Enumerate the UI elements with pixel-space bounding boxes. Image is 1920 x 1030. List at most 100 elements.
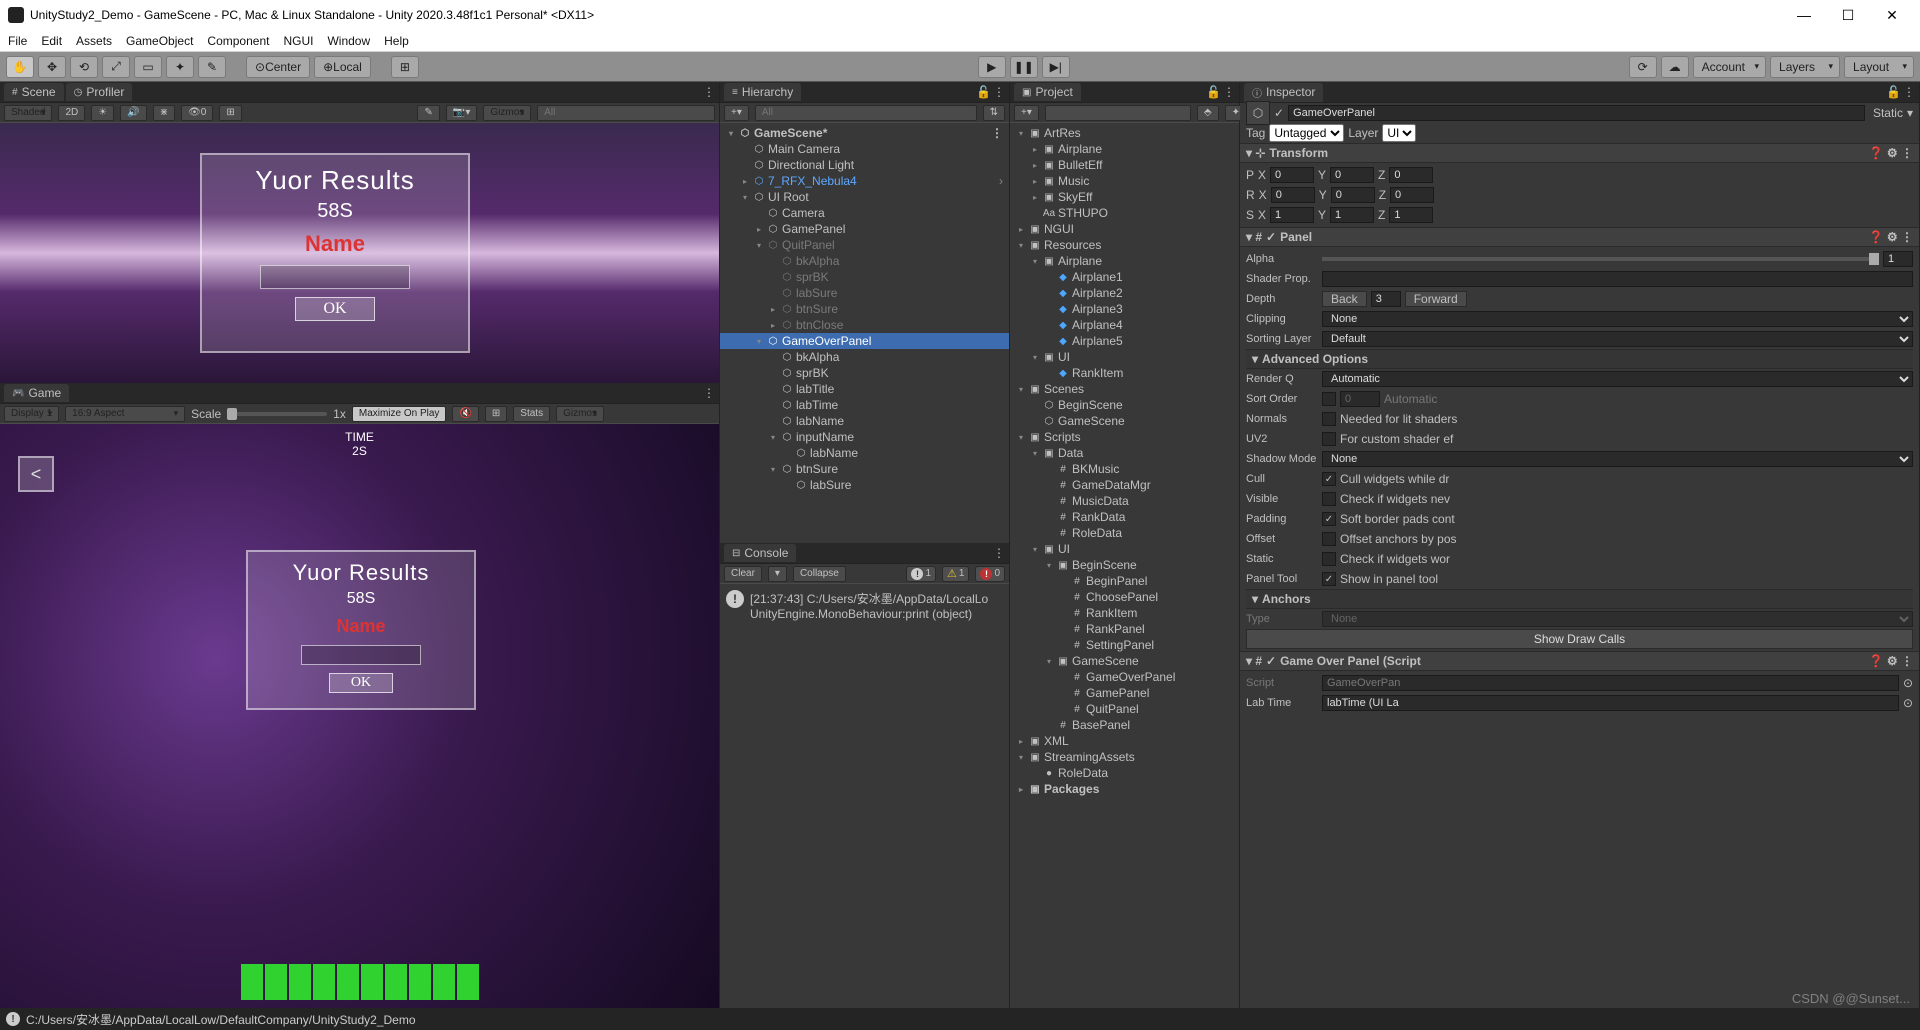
depth-back[interactable]: Back	[1322, 291, 1367, 307]
alpha-value[interactable]	[1883, 251, 1913, 267]
tree-row[interactable]: ▸▣NGUI	[1010, 221, 1239, 237]
tree-row[interactable]: ▾⬡GameOverPanel	[720, 333, 1009, 349]
tree-row[interactable]: ◆Airplane3	[1010, 301, 1239, 317]
hierarchy-tree[interactable]: ▾⬡GameScene*⋮⬡Main Camera⬡Directional Li…	[720, 123, 1009, 543]
renderq-dropdown[interactable]: Automatic	[1322, 371, 1913, 387]
static-dropdown-icon[interactable]: ▾	[1907, 106, 1913, 120]
menu-window[interactable]: Window	[327, 34, 370, 48]
anchors-header[interactable]: ▾ Anchors	[1246, 589, 1913, 609]
scene-view[interactable]: Yuor Results 58S Name OK	[0, 123, 719, 383]
tree-row[interactable]: ▾▣Scripts	[1010, 429, 1239, 445]
status-info-icon[interactable]: !	[6, 1012, 20, 1026]
tab-game[interactable]: 🎮Game	[4, 384, 69, 402]
light-icon[interactable]: ☀	[91, 105, 114, 121]
display-dropdown[interactable]: Display 1	[4, 406, 59, 422]
tree-row[interactable]: ▸▣Airplane	[1010, 141, 1239, 157]
console-body[interactable]: ! [21:37:43] C:/Users/安冰墨/AppData/LocalL…	[720, 584, 1009, 1008]
handle-toggle[interactable]: ⊕Local	[314, 56, 371, 78]
collab-icon[interactable]: ⟳	[1629, 56, 1657, 78]
scale-slider[interactable]	[227, 412, 327, 416]
pivot-toggle[interactable]: ⊙Center	[246, 56, 310, 78]
scene-name-input[interactable]	[260, 265, 410, 289]
grid-icon[interactable]: ⊞	[219, 105, 241, 121]
hierarchy-filter-icon[interactable]: ⇅	[983, 105, 1005, 121]
scl-x[interactable]	[1270, 207, 1314, 223]
tree-row[interactable]: ⬡bkAlpha	[720, 253, 1009, 269]
labtime-field[interactable]	[1322, 695, 1899, 711]
project-menu-icon[interactable]: ⋮	[1223, 85, 1235, 99]
tree-row[interactable]: #RankItem	[1010, 605, 1239, 621]
pos-y[interactable]	[1330, 167, 1374, 183]
tree-row[interactable]: #BasePanel	[1010, 717, 1239, 733]
rot-z[interactable]	[1390, 187, 1434, 203]
tree-row[interactable]: ▾⬡GameScene*⋮	[720, 125, 1009, 141]
tab-scene[interactable]: #Scene	[4, 83, 64, 101]
hierarchy-menu-icon[interactable]: ⋮	[993, 85, 1005, 99]
scene-search[interactable]	[537, 105, 715, 121]
tree-row[interactable]: ▾▣Resources	[1010, 237, 1239, 253]
normals-check[interactable]	[1322, 412, 1336, 426]
tree-row[interactable]: ▸⬡7_RFX_Nebula4›	[720, 173, 1009, 189]
tree-row[interactable]: #SettingPanel	[1010, 637, 1239, 653]
tag-dropdown[interactable]: Untagged	[1269, 124, 1344, 142]
tree-row[interactable]: ▾▣UI	[1010, 349, 1239, 365]
scl-y[interactable]	[1330, 207, 1374, 223]
hand-tool-icon[interactable]: ✋	[6, 56, 34, 78]
console-menu-icon[interactable]: ⋮	[993, 546, 1005, 560]
cloud-icon[interactable]: ☁	[1661, 56, 1689, 78]
tree-row[interactable]: ▾▣GameScene	[1010, 653, 1239, 669]
tree-row[interactable]: ⬡labTitle	[720, 381, 1009, 397]
layers-dropdown[interactable]: Layers	[1770, 56, 1840, 78]
step-button[interactable]: ▶|	[1042, 56, 1070, 78]
tree-row[interactable]: ⬡labName	[720, 413, 1009, 429]
tree-row[interactable]: #BKMusic	[1010, 461, 1239, 477]
tree-row[interactable]: ◆Airplane5	[1010, 333, 1239, 349]
script-header[interactable]: ▾ # ✓ Game Over Panel (Script❓ ⚙ ⋮	[1240, 651, 1919, 671]
stats-toggle[interactable]: Stats	[513, 406, 550, 422]
tree-row[interactable]: ⬡labName	[720, 445, 1009, 461]
tree-row[interactable]: ⬡labSure	[720, 477, 1009, 493]
shadow-dropdown[interactable]: None	[1322, 451, 1913, 467]
audio-icon[interactable]: 🔊	[120, 105, 146, 121]
menu-help[interactable]: Help	[384, 34, 409, 48]
tree-row[interactable]: #RankData	[1010, 509, 1239, 525]
shaded-dropdown[interactable]: Shaded	[4, 105, 52, 121]
tree-row[interactable]: #RankPanel	[1010, 621, 1239, 637]
menu-ngui[interactable]: NGUI	[283, 34, 313, 48]
script-field[interactable]	[1322, 675, 1899, 691]
transform-tool-icon[interactable]: ✦	[166, 56, 194, 78]
static-check[interactable]	[1322, 552, 1336, 566]
depth-forward[interactable]: Forward	[1405, 291, 1467, 307]
aspect-dropdown[interactable]: 16:9 Aspect	[65, 406, 185, 422]
tree-row[interactable]: ●RoleData	[1010, 765, 1239, 781]
gameobject-name-field[interactable]	[1288, 105, 1865, 121]
alpha-slider[interactable]	[1322, 257, 1879, 261]
tree-row[interactable]: ⬡sprBK	[720, 365, 1009, 381]
show-draw-calls-button[interactable]: Show Draw Calls	[1246, 629, 1913, 649]
tree-row[interactable]: ◆Airplane2	[1010, 285, 1239, 301]
rotate-tool-icon[interactable]: ⟲	[70, 56, 98, 78]
tree-row[interactable]: ⬡GameScene	[1010, 413, 1239, 429]
tab-inspector[interactable]: ⓘInspector	[1244, 83, 1323, 102]
gizmos-dropdown[interactable]: Gizmos	[483, 105, 531, 121]
tree-row[interactable]: ▾⬡inputName	[720, 429, 1009, 445]
tree-row[interactable]: ▸▣XML	[1010, 733, 1239, 749]
move-tool-icon[interactable]: ✥	[38, 56, 66, 78]
tab-project[interactable]: ▣Project	[1014, 83, 1081, 101]
menu-edit[interactable]: Edit	[41, 34, 62, 48]
tree-row[interactable]: ⬡labTime	[720, 397, 1009, 413]
console-clear-drop[interactable]: ▾	[768, 566, 787, 582]
tree-row[interactable]: ⬡labSure	[720, 285, 1009, 301]
tree-row[interactable]: #GamePanel	[1010, 685, 1239, 701]
sorting-layer-dropdown[interactable]: Default	[1322, 331, 1913, 347]
console-warn-count[interactable]: 1	[942, 566, 969, 582]
console-error-count[interactable]: 0	[975, 566, 1005, 582]
hierarchy-lock-icon[interactable]: 🔓	[976, 85, 991, 99]
game-ok-button[interactable]: OK	[329, 673, 393, 693]
hidden-icon[interactable]: 👁0	[181, 105, 213, 121]
sortorder-value[interactable]	[1340, 391, 1380, 407]
tree-row[interactable]: ⬡Camera	[720, 205, 1009, 221]
rot-x[interactable]	[1271, 187, 1315, 203]
scale-tool-icon[interactable]: ⤢	[102, 56, 130, 78]
tree-row[interactable]: ⬡BeginScene	[1010, 397, 1239, 413]
